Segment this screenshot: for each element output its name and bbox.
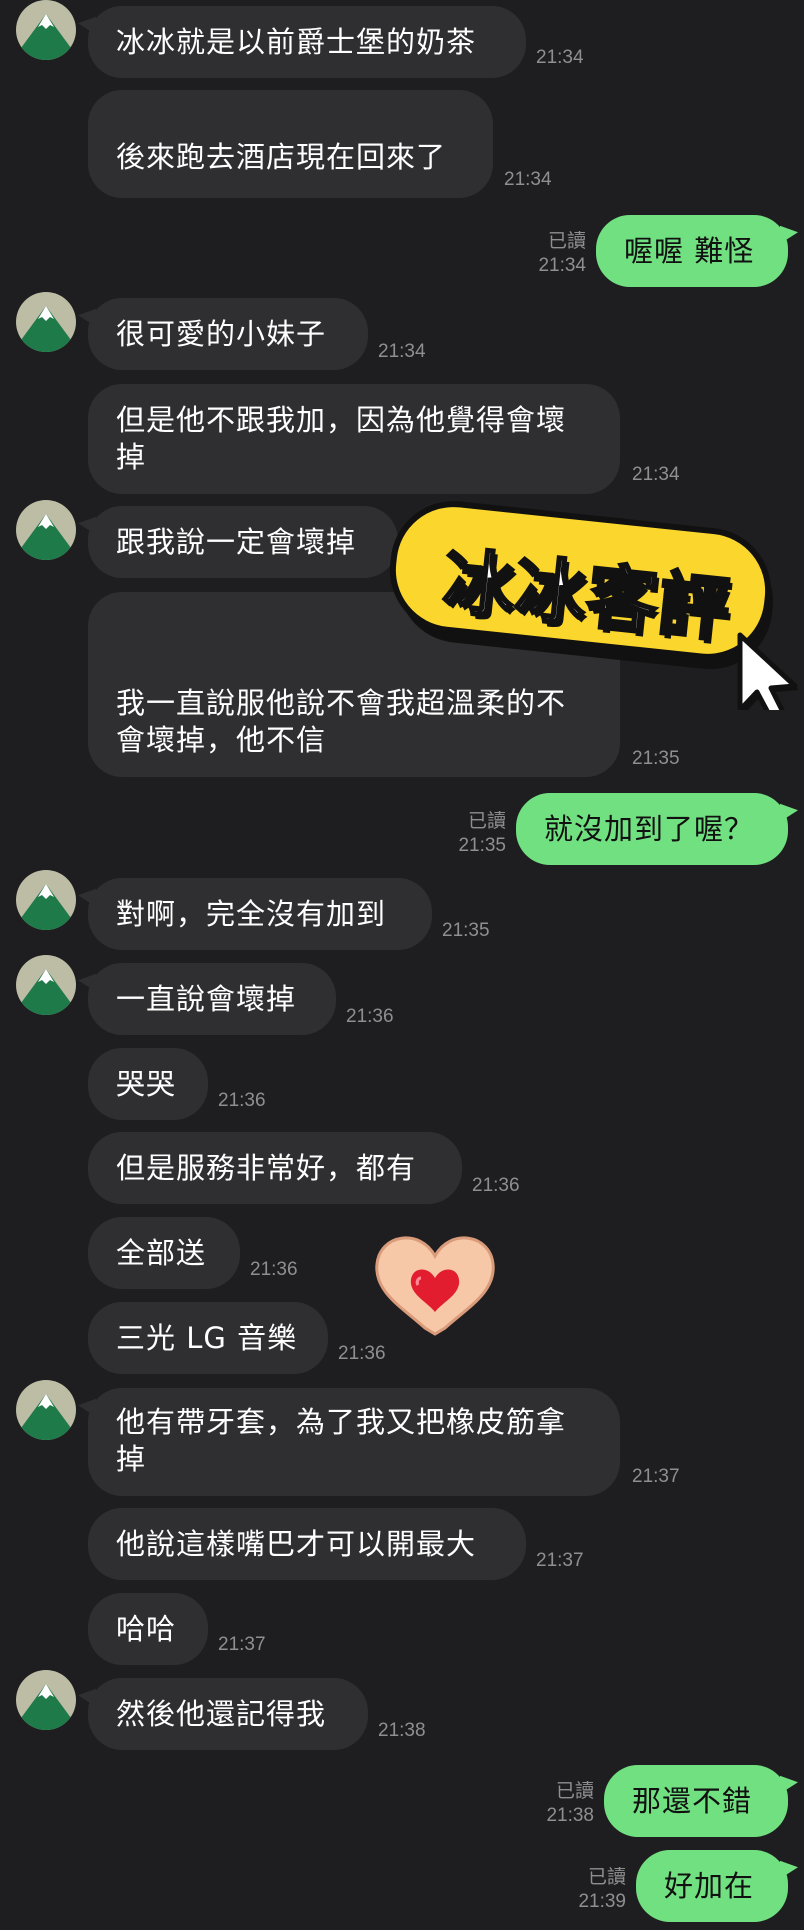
message-timestamp: 21:36	[338, 1343, 386, 1364]
contact-avatar[interactable]	[16, 1380, 76, 1440]
message-text: 一直說會壞掉	[116, 981, 297, 1016]
outgoing-message[interactable]: 就沒加到了喔？	[516, 793, 788, 865]
message-timestamp: 21:34	[378, 341, 426, 362]
mountain-avatar-icon	[16, 969, 76, 1015]
message-text: 對啊，完全沒有加到	[116, 896, 387, 931]
contact-avatar[interactable]	[16, 1670, 76, 1730]
message-text: 但是他不跟我加，因為他覺得會壞 掉	[116, 403, 567, 474]
message-text: 然後他還記得我	[116, 1696, 327, 1731]
incoming-message[interactable]: 對啊，完全沒有加到	[88, 878, 432, 950]
message-timestamp: 21:34	[632, 464, 680, 485]
chat-message-list[interactable]: 冰冰就是以前爵士堡的奶茶 21:34 後來跑去酒店現在回來了 21:34 已讀 2…	[0, 0, 804, 1930]
message-text: 後來跑去酒店現在回來了	[116, 140, 447, 174]
incoming-message[interactable]: 他有帶牙套，為了我又把橡皮筋拿 掉	[88, 1388, 620, 1496]
message-text: 他有帶牙套，為了我又把橡皮筋拿 掉	[116, 1405, 567, 1476]
mountain-avatar-icon	[16, 1684, 76, 1730]
message-text: 冰冰就是以前爵士堡的奶茶	[116, 24, 477, 59]
message-text: 全部送	[116, 1235, 207, 1270]
message-text: 好加在	[664, 1868, 755, 1903]
mouse-cursor-icon	[737, 632, 799, 726]
incoming-message[interactable]: 全部送	[88, 1217, 240, 1289]
incoming-message[interactable]: 哈哈	[88, 1593, 208, 1665]
mountain-avatar-icon	[16, 306, 76, 352]
message-timestamp: 21:36	[250, 1259, 298, 1280]
read-receipt: 已讀 21:38	[546, 1781, 594, 1826]
message-timestamp: 21:38	[378, 1720, 426, 1741]
contact-avatar[interactable]	[16, 870, 76, 930]
heart-hands-emoji-icon	[375, 1236, 495, 1336]
message-timestamp: 21:36	[346, 1006, 394, 1027]
message-text: 但是服務非常好，都有	[116, 1150, 417, 1185]
read-receipt: 已讀 21:34	[538, 231, 586, 276]
message-timestamp: 21:34	[504, 169, 552, 190]
message-timestamp: 21:35	[632, 748, 680, 769]
incoming-message[interactable]: 很可愛的小妹子	[88, 298, 368, 370]
message-timestamp: 21:35	[442, 920, 490, 941]
read-receipt: 已讀 21:35	[458, 811, 506, 856]
outgoing-message[interactable]: 喔喔 難怪	[596, 215, 788, 287]
mountain-avatar-icon	[16, 14, 76, 60]
message-timestamp: 21:34	[536, 47, 584, 68]
contact-avatar[interactable]	[16, 955, 76, 1015]
incoming-message[interactable]: 跟我說一定會壞掉	[88, 506, 398, 578]
incoming-message[interactable]: 然後他還記得我	[88, 1678, 368, 1750]
message-text: 那還不錯	[632, 1783, 753, 1818]
message-text: 他說這樣嘴巴才可以開最大	[116, 1526, 477, 1561]
contact-avatar[interactable]	[16, 500, 76, 560]
incoming-message[interactable]: 後來跑去酒店現在回來了	[88, 90, 493, 198]
incoming-message[interactable]: 他說這樣嘴巴才可以開最大	[88, 1508, 526, 1580]
message-text: 三光 LG 音樂	[116, 1320, 298, 1355]
review-sticker[interactable]: 冰冰客評	[385, 500, 804, 726]
contact-avatar[interactable]	[16, 0, 76, 60]
mountain-avatar-icon	[16, 514, 76, 560]
read-receipt: 已讀 21:39	[578, 1867, 626, 1912]
message-text: 就沒加到了喔？	[544, 811, 755, 846]
message-timestamp: 21:37	[536, 1550, 584, 1571]
message-timestamp: 21:36	[218, 1090, 266, 1111]
incoming-message[interactable]: 三光 LG 音樂	[88, 1302, 328, 1374]
message-text: 哈哈	[116, 1611, 177, 1646]
message-text: 跟我說一定會壞掉	[116, 524, 357, 559]
outgoing-message[interactable]: 那還不錯	[604, 1765, 788, 1837]
message-timestamp: 21:36	[472, 1175, 520, 1196]
incoming-message[interactable]: 冰冰就是以前爵士堡的奶茶	[88, 6, 526, 78]
contact-avatar[interactable]	[16, 292, 76, 352]
outgoing-message[interactable]: 好加在	[636, 1850, 788, 1922]
message-timestamp: 21:37	[632, 1466, 680, 1487]
message-text: 喔喔 難怪	[624, 233, 755, 268]
message-text: 哭哭	[116, 1066, 177, 1101]
mountain-avatar-icon	[16, 1394, 76, 1440]
incoming-message[interactable]: 但是他不跟我加，因為他覺得會壞 掉	[88, 384, 620, 494]
incoming-message[interactable]: 哭哭	[88, 1048, 208, 1120]
message-timestamp: 21:37	[218, 1634, 266, 1655]
mountain-avatar-icon	[16, 884, 76, 930]
incoming-message[interactable]: 但是服務非常好，都有	[88, 1132, 462, 1204]
message-text: 很可愛的小妹子	[116, 316, 327, 351]
incoming-message[interactable]: 一直說會壞掉	[88, 963, 336, 1035]
